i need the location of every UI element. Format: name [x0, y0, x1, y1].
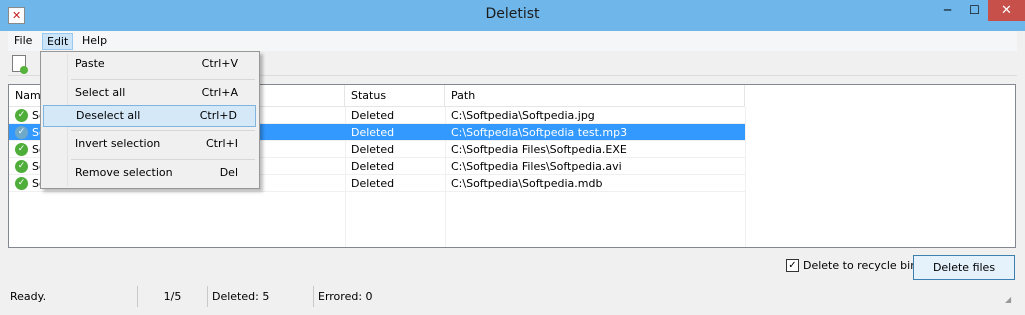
check-icon: ✓ [15, 177, 28, 190]
menu-item-label: Deselect all [76, 109, 141, 122]
check-icon: ✓ [15, 126, 28, 139]
check-icon: ✓ [15, 109, 28, 122]
close-button[interactable]: ✕ [988, 0, 1025, 21]
menu-item-deselect-all[interactable]: Deselect all Ctrl+D [43, 105, 256, 127]
file-path: C:\Softpedia\Softpedia.mdb [451, 177, 603, 190]
file-status: Deleted [351, 126, 395, 139]
edit-menu-dropdown: Paste Ctrl+V Select all Ctrl+A Deselect … [40, 51, 260, 189]
status-bar: Ready. 1/5 Deleted: 5 Errored: 0 ◢ [8, 286, 1017, 307]
menu-item-remove-selection[interactable]: Remove selection Del [43, 163, 256, 185]
menu-item-select-all[interactable]: Select all Ctrl+A [43, 83, 256, 105]
status-text: Ready. [10, 286, 138, 307]
file-path: C:\Softpedia Files\Softpedia.EXE [451, 143, 627, 156]
menu-item-shortcut: Ctrl+D [199, 109, 237, 122]
menu-edit[interactable]: Edit [42, 33, 74, 50]
check-icon: ✓ [15, 143, 28, 156]
column-divider [745, 107, 746, 247]
recycle-bin-label: Delete to recycle bin [803, 259, 918, 272]
status-deleted-count: Deleted: 5 [208, 286, 314, 307]
bottom-panel: ✓ Delete to recycle bin Delete files [8, 252, 1017, 282]
menu-item-shortcut: Ctrl+A [201, 86, 238, 99]
status-position: 1/5 [138, 286, 208, 307]
menu-separator [71, 130, 255, 131]
minimize-button[interactable]: ─ [934, 0, 961, 21]
menu-item-paste[interactable]: Paste Ctrl+V [43, 54, 256, 76]
menu-separator [71, 159, 255, 160]
maximize-button[interactable]: ☐ [961, 0, 988, 21]
menu-bar: File Edit Help [8, 31, 1017, 51]
file-status: Deleted [351, 109, 395, 122]
file-status: Deleted [351, 160, 395, 173]
check-icon: ✓ [15, 160, 28, 173]
recycle-bin-checkbox[interactable]: ✓ [786, 259, 799, 272]
file-status: Deleted [351, 177, 395, 190]
menu-file[interactable]: File [10, 33, 36, 50]
menu-item-label: Paste [75, 57, 105, 70]
file-path: C:\Softpedia Files\Softpedia.avi [451, 160, 622, 173]
menu-separator [71, 79, 255, 80]
menu-item-label: Remove selection [75, 166, 173, 179]
title-bar: Deletist ─ ☐ ✕ [0, 0, 1025, 31]
menu-item-label: Select all [75, 86, 126, 99]
add-files-icon[interactable] [12, 55, 28, 74]
window-title: Deletist [485, 6, 540, 22]
menu-item-label: Invert selection [75, 137, 161, 150]
file-path: C:\Softpedia\Softpedia test.mp3 [451, 126, 628, 139]
column-header-path[interactable]: Path [445, 85, 745, 107]
file-path: C:\Softpedia\Softpedia.jpg [451, 109, 595, 122]
column-header-status[interactable]: Status [345, 85, 445, 107]
menu-item-shortcut: Ctrl+I [205, 137, 238, 150]
delete-files-button[interactable]: Delete files [913, 255, 1015, 280]
menu-help[interactable]: Help [78, 33, 111, 50]
resize-grip-icon[interactable]: ◢ [1005, 295, 1015, 305]
menu-item-shortcut: Ctrl+V [201, 57, 238, 70]
menu-item-shortcut: Del [219, 166, 238, 179]
file-status: Deleted [351, 143, 395, 156]
status-errored-count: Errored: 0 [318, 290, 373, 303]
menu-item-invert-selection[interactable]: Invert selection Ctrl+I [43, 134, 256, 156]
